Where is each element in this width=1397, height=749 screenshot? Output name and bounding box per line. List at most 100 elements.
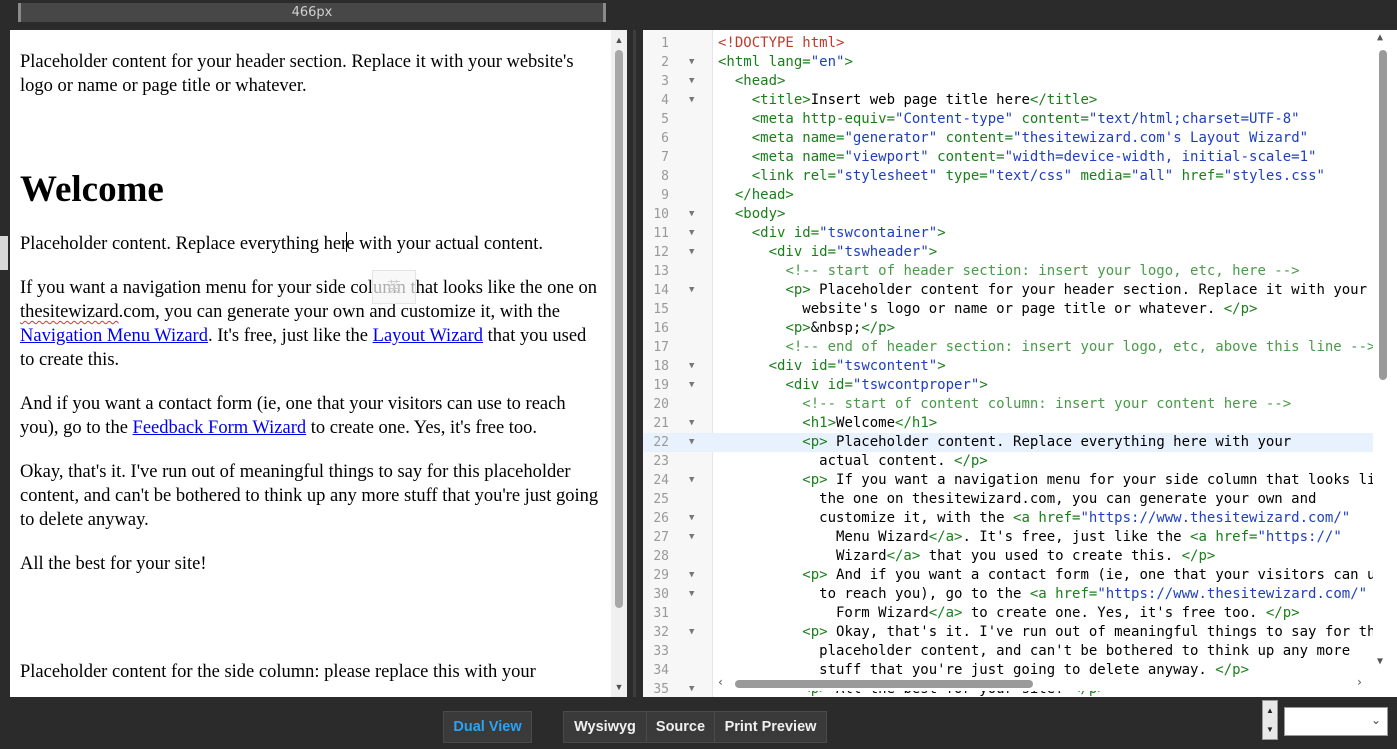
code-line[interactable]: 12 ▼ <div id="tswheader"> bbox=[643, 243, 1373, 262]
code-line[interactable]: 5 <meta http-equiv="Content-type" conten… bbox=[643, 110, 1373, 129]
fold-toggle-icon[interactable]: ▼ bbox=[689, 205, 694, 224]
left-edge-handle[interactable] bbox=[0, 236, 8, 270]
navigation-menu-wizard-link[interactable]: Navigation Menu Wizard bbox=[20, 326, 208, 346]
code-line[interactable]: 7 <meta name="viewport" content="width=d… bbox=[643, 148, 1373, 167]
fold-toggle-icon[interactable]: ▼ bbox=[689, 357, 694, 376]
code-token: id= bbox=[827, 377, 853, 393]
code-text: <p> Okay, that's it. I've run out of mea… bbox=[718, 623, 1392, 642]
code-line[interactable]: 10 ▼ <body> bbox=[643, 205, 1373, 224]
code-line[interactable]: 18 ▼ <div id="tswcontent"> bbox=[643, 357, 1373, 376]
line-number: 4 bbox=[661, 93, 669, 108]
scroll-up-arrow-icon[interactable]: ▲ bbox=[611, 32, 627, 48]
zoom-select[interactable]: ⌄ bbox=[1284, 707, 1388, 736]
code-token: "all" bbox=[1131, 168, 1182, 184]
code-line[interactable]: 22 ▼ <p> Placeholder content. Replace eve… bbox=[643, 433, 1373, 452]
fold-toggle-icon[interactable]: ▼ bbox=[689, 623, 694, 642]
scroll-down-arrow-icon[interactable]: ▼ bbox=[611, 679, 627, 695]
code-line[interactable]: 27 ▼ Menu Wizard</a>. It's free, just lik… bbox=[643, 528, 1373, 547]
code-line[interactable]: 8 <link rel="stylesheet" type="text/css"… bbox=[643, 167, 1373, 186]
source-code-pane[interactable]: 1 <!DOCTYPE html> 2 ▼ <html lang="en"> 3 ▼ <he… bbox=[643, 30, 1397, 697]
fold-toggle-icon[interactable]: ▼ bbox=[689, 376, 694, 395]
fold-toggle-icon[interactable]: ▼ bbox=[689, 528, 694, 547]
pane-splitter[interactable] bbox=[627, 30, 641, 697]
code-token: name= bbox=[802, 149, 845, 165]
preview-vertical-scrollbar[interactable]: ▲ ▼ bbox=[611, 30, 627, 697]
code-token: "https://www.thesitewizard.com/" bbox=[1080, 510, 1351, 526]
print-preview-button[interactable]: Print Preview bbox=[714, 711, 827, 743]
fold-toggle-icon[interactable]: ▼ bbox=[689, 414, 694, 433]
code-line[interactable]: 26 ▼ customize it, with the <a href="http… bbox=[643, 509, 1373, 528]
code-line[interactable]: 23 actual content. </p> bbox=[643, 452, 1373, 471]
fold-toggle-icon[interactable]: ▼ bbox=[689, 224, 694, 243]
code-line[interactable]: 14 ▼ <p> Placeholder content for your hea… bbox=[643, 281, 1373, 300]
code-line[interactable]: 9 </head> bbox=[643, 186, 1373, 205]
code-line[interactable]: 3 ▼ <head> bbox=[643, 72, 1373, 91]
fold-toggle-icon[interactable]: ▼ bbox=[689, 566, 694, 585]
fold-toggle-icon[interactable]: ▼ bbox=[689, 91, 694, 110]
source-button[interactable]: Source bbox=[646, 711, 715, 743]
code-line[interactable]: 17 <!-- end of header section: insert yo… bbox=[643, 338, 1375, 357]
code-token: the one on thesitewizard.com, you can ge… bbox=[718, 491, 1317, 507]
code-line[interactable]: 24 ▼ <p> If you want a navigation menu fo… bbox=[643, 471, 1392, 490]
code-line[interactable]: 6 <meta name="generator" content="thesit… bbox=[643, 129, 1373, 148]
fold-toggle-icon[interactable]: ▼ bbox=[689, 433, 694, 452]
code-line[interactable]: 15 website's logo or name or page title … bbox=[643, 300, 1373, 319]
wysiwyg-preview-pane[interactable]: Placeholder content for your header sect… bbox=[10, 30, 611, 697]
code-line[interactable]: 21 ▼ <h1>Welcome</h1> bbox=[643, 414, 1373, 433]
code-vertical-scrollbar[interactable]: ▲ ▼ bbox=[1373, 30, 1397, 697]
code-line[interactable]: 13 <!-- start of header section: insert … bbox=[643, 262, 1373, 281]
code-token: type= bbox=[945, 168, 988, 184]
feedback-form-wizard-link[interactable]: Feedback Form Wizard bbox=[133, 418, 307, 438]
code-token: > bbox=[928, 244, 938, 260]
fold-toggle-icon[interactable]: ▼ bbox=[689, 585, 694, 604]
line-number: 9 bbox=[661, 188, 669, 203]
code-token: <a bbox=[1029, 586, 1056, 602]
code-line[interactable]: 16 <p>&nbsp;</p> bbox=[643, 319, 1373, 338]
code-line[interactable]: 33 placeholder content, and can't be bot… bbox=[643, 642, 1373, 661]
code-line[interactable]: 20 <!-- start of content column: insert … bbox=[643, 395, 1373, 414]
line-number: 13 bbox=[653, 264, 669, 279]
code-lines[interactable]: 1 <!DOCTYPE html> 2 ▼ <html lang="en"> 3 ▼ <he… bbox=[643, 34, 1392, 697]
scroll-left-icon[interactable]: ‹ bbox=[717, 675, 724, 689]
code-line[interactable]: 31 Form Wizard</a> to create one. Yes, i… bbox=[643, 604, 1373, 623]
code-line[interactable]: 2 ▼ <html lang="en"> bbox=[643, 53, 1373, 72]
code-line[interactable]: 28 Wizard</a> that you used to create th… bbox=[643, 547, 1373, 566]
code-token: <div bbox=[768, 244, 811, 260]
code-line[interactable]: 30 ▼ to reach you), go to the <a href="ht… bbox=[643, 585, 1373, 604]
zoom-spinner[interactable]: ▲ ▼ bbox=[1262, 700, 1278, 740]
fold-toggle-icon[interactable]: ▼ bbox=[689, 72, 694, 91]
preview-scroll-thumb[interactable] bbox=[615, 50, 623, 608]
code-scroll-up-icon[interactable]: ▲ bbox=[1377, 32, 1383, 43]
fold-toggle-icon[interactable]: ▼ bbox=[689, 509, 694, 528]
code-line[interactable]: 32 ▼ <p> Okay, that's it. I've run out of… bbox=[643, 623, 1392, 642]
code-vertical-thumb[interactable] bbox=[1379, 50, 1387, 380]
code-line[interactable]: 4 ▼ <title>Insert web page title here</ti… bbox=[643, 91, 1373, 110]
dual-view-button[interactable]: Dual View bbox=[443, 711, 532, 743]
code-token: </p> bbox=[1265, 605, 1300, 621]
fold-toggle-icon[interactable]: ▼ bbox=[689, 53, 694, 72]
layout-wizard-link[interactable]: Layout Wizard bbox=[373, 326, 483, 346]
line-number: 29 bbox=[653, 568, 669, 583]
fold-toggle-icon[interactable]: ▼ bbox=[689, 471, 694, 490]
wysiwyg-button[interactable]: Wysiwyg bbox=[563, 711, 647, 743]
fold-toggle-icon[interactable]: ▼ bbox=[689, 680, 694, 697]
code-line[interactable]: 11 ▼ <div id="tswcontainer"> bbox=[643, 224, 1373, 243]
spin-up-icon[interactable]: ▲ bbox=[1263, 701, 1277, 720]
code-line[interactable]: 1 <!DOCTYPE html> bbox=[643, 34, 1373, 53]
code-horizontal-thumb[interactable] bbox=[735, 680, 1033, 688]
scroll-right-icon[interactable]: › bbox=[1356, 675, 1363, 689]
fold-toggle-icon[interactable]: ▼ bbox=[689, 281, 694, 300]
fold-toggle-icon[interactable]: ▼ bbox=[689, 243, 694, 262]
code-line[interactable]: 25 the one on thesitewizard.com, you can… bbox=[643, 490, 1373, 509]
code-scroll-down-icon[interactable]: ▼ bbox=[1377, 656, 1383, 667]
width-ruler[interactable]: 466px bbox=[18, 3, 606, 22]
code-token: <a bbox=[1013, 510, 1039, 526]
code-line[interactable]: 29 ▼ <p> And if you want a contact form (… bbox=[643, 566, 1392, 585]
code-line[interactable]: 19 ▼ <div id="tswcontproper"> bbox=[643, 376, 1373, 395]
spin-down-icon[interactable]: ▼ bbox=[1263, 720, 1277, 739]
code-horizontal-scrollbar[interactable]: ‹ › bbox=[713, 675, 1369, 691]
